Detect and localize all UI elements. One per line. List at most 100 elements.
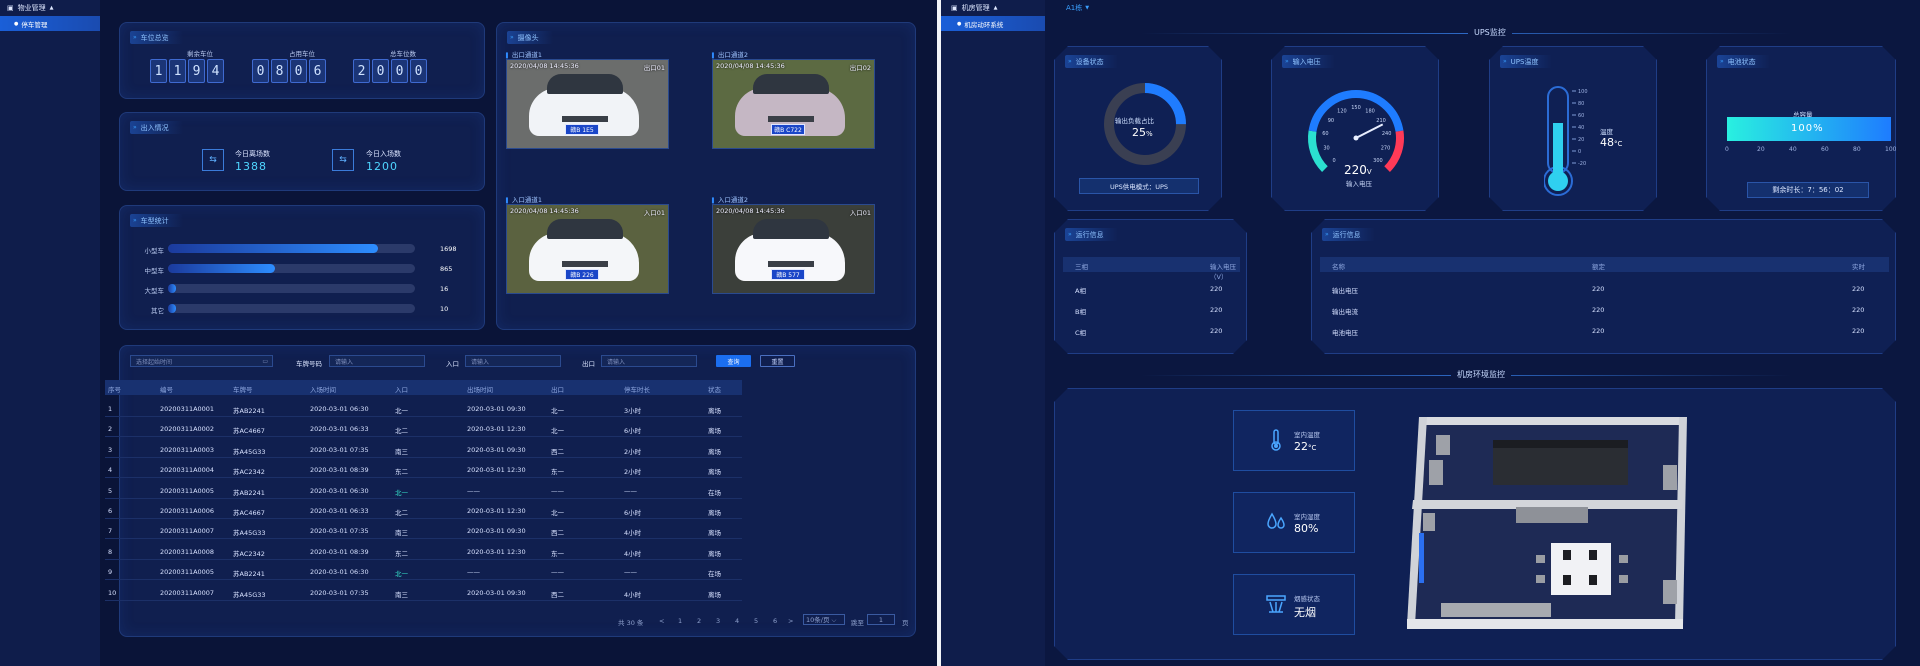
table-header-cell: 名称: [1332, 263, 1345, 271]
section-line: [1141, 33, 1791, 34]
car-grille: [562, 261, 608, 267]
car-grille: [768, 116, 814, 122]
voltage-value: 220V: [1344, 163, 1372, 177]
donut-label: 输出负载占比: [1115, 117, 1154, 125]
table-row-divider: [105, 456, 742, 458]
table-cell: 3小时: [624, 407, 642, 415]
temp-label: 温度: [1600, 128, 1613, 136]
table-cell: 西二: [551, 447, 564, 456]
sidebar-menu-header[interactable]: ▣ 机房管理 ▲: [941, 0, 1045, 16]
table-cell: 7: [108, 527, 113, 536]
table-cell: 苏AB2241: [233, 570, 265, 579]
table-row-divider: [105, 558, 742, 560]
table-cell: 苏AB2241: [233, 407, 265, 415]
desk-screen: [1589, 550, 1597, 560]
occupied-digit: 8: [271, 59, 288, 83]
table-cell: 6小时: [624, 427, 642, 436]
camera-feed[interactable]: 赣B C722 2020/04/08 14:45:36 出口02: [712, 59, 875, 149]
camera-channel: 入口01: [643, 209, 665, 217]
camera-feed[interactable]: 赣B 577 2020/04/08 14:45:36 入口01: [712, 204, 875, 294]
sidebar-menu-title: 物业管理: [17, 4, 46, 12]
vehicle-type-label: 中型车: [144, 267, 165, 275]
search-button[interactable]: 查询: [716, 355, 751, 367]
camera-label: 入口通道1: [506, 194, 542, 204]
menu-icon: ▣: [7, 4, 14, 12]
table-cell: 4: [108, 466, 113, 475]
exit-input[interactable]: 请输入: [601, 355, 697, 367]
table-cell: 220: [1852, 327, 1865, 335]
input-voltage-card: » 输入电压 0 30 60 90 120 150 180 210 240 270 300 220V …: [1271, 46, 1439, 211]
desk-screen: [1563, 550, 1571, 560]
gauge-tick-label: 90: [1328, 118, 1334, 124]
license-plate: 赣B 226: [565, 269, 599, 280]
remaining-label: 剩余车位: [187, 50, 213, 58]
server-icon: ▣: [951, 4, 958, 12]
page-number-button[interactable]: 2: [697, 617, 701, 625]
page-number-button[interactable]: 1: [678, 617, 682, 625]
camera-panel: »摄像头 出口通道1 赣B 1E5 2020/04/08 14:45:36 出口01 出…: [496, 22, 916, 330]
page-size-select[interactable]: 10条/页 ⌵: [803, 614, 845, 625]
sidebar: ▣ 机房管理 ▲ ● 机房动环系统: [941, 0, 1045, 666]
reset-button[interactable]: 重置: [760, 355, 795, 367]
page-number-button[interactable]: 5: [754, 617, 758, 625]
start-time-input[interactable]: 选择起始时间 ▭: [130, 355, 273, 367]
page-number-button[interactable]: 6: [773, 617, 777, 625]
table-header-cell: 出口: [551, 386, 564, 394]
table-cell: 离场: [708, 509, 721, 517]
table-header-cell: 停车时长: [624, 386, 650, 394]
thermometer-icon: [1271, 429, 1281, 451]
table-cell: 电池电压: [1332, 329, 1358, 337]
gauge-tick-label: 240: [1382, 131, 1392, 137]
thermo-scale-label: -20: [1578, 161, 1586, 167]
sidebar-menu-header[interactable]: ▣ 物业管理 ▲: [0, 0, 100, 16]
entry-input[interactable]: 请输入: [465, 355, 561, 367]
table-cell: ——: [624, 568, 637, 577]
vehicle-bar-fill: [168, 244, 378, 253]
camera-feed[interactable]: 赣B 226 2020/04/08 14:45:36 入口01: [506, 204, 669, 294]
total-digit: 0: [410, 59, 427, 83]
sidebar-item-parking[interactable]: ● 停车管理: [0, 16, 100, 31]
cabinet: [1429, 460, 1443, 485]
table-cell: 苏A45G33: [233, 447, 266, 456]
building-select-value: A1栋: [1066, 4, 1083, 12]
gauge-tick-label: 150: [1351, 105, 1361, 111]
cabinet: [1436, 435, 1450, 455]
table-cell: 20200311A0002: [160, 425, 215, 434]
run-info-card-2: » 运行信息 名称 额定 实时 输出电压 220 220 输出电流 220 220 电池电压 220 2…: [1311, 219, 1896, 354]
camera-feed[interactable]: 赣B 1E5 2020/04/08 14:45:36 出口01: [506, 59, 669, 149]
table-cell: 4小时: [624, 529, 642, 538]
table-cell: 东一: [551, 549, 564, 558]
table-row-divider: [105, 579, 742, 581]
table-cell: 20200311A0004: [160, 466, 215, 475]
table-cell: 北二: [395, 509, 408, 517]
arrow-icon: »: [1285, 58, 1289, 65]
capacity-axis-label: 40: [1789, 146, 1797, 153]
table-header-cell: 额定: [1592, 263, 1605, 271]
table-cell: 2020-03-01 09:30: [467, 445, 526, 454]
table-cell: 2020-03-01 06:30: [310, 405, 369, 413]
occupied-digit: 0: [252, 59, 269, 83]
table-cell: 2020-03-01 06:30: [310, 568, 369, 577]
sidebar-item-env-system[interactable]: ● 机房动环系统: [941, 16, 1045, 31]
table-row-divider: [105, 599, 742, 601]
page-number-button[interactable]: 3: [716, 617, 720, 625]
next-page-button[interactable]: >: [788, 617, 793, 625]
panel-title: » 车型统计: [130, 214, 183, 227]
table-cell: 20200311A0007: [160, 527, 215, 536]
goto-input[interactable]: 1: [867, 614, 895, 625]
table-cell: 2020-03-01 09:30: [467, 527, 526, 536]
plate-input[interactable]: 请输入: [329, 355, 425, 367]
table-cell: 2020-03-01 09:30: [467, 588, 526, 597]
table-cell: 6小时: [624, 509, 642, 517]
table-cell: 220: [1210, 285, 1223, 293]
server-room-3d-view: [1407, 417, 1687, 629]
prev-page-button[interactable]: <: [659, 617, 664, 625]
camera-label: 入口通道2: [712, 194, 748, 204]
table-cell: 苏AC2342: [233, 549, 265, 558]
page-number-button[interactable]: 4: [735, 617, 739, 625]
license-plate: 赣B C722: [771, 124, 805, 135]
panel-title: » 运行信息: [1065, 228, 1118, 241]
table-cell: 9: [108, 568, 113, 577]
room-front-wall: [1407, 619, 1683, 629]
building-select[interactable]: A1栋 ▼: [1066, 0, 1089, 16]
